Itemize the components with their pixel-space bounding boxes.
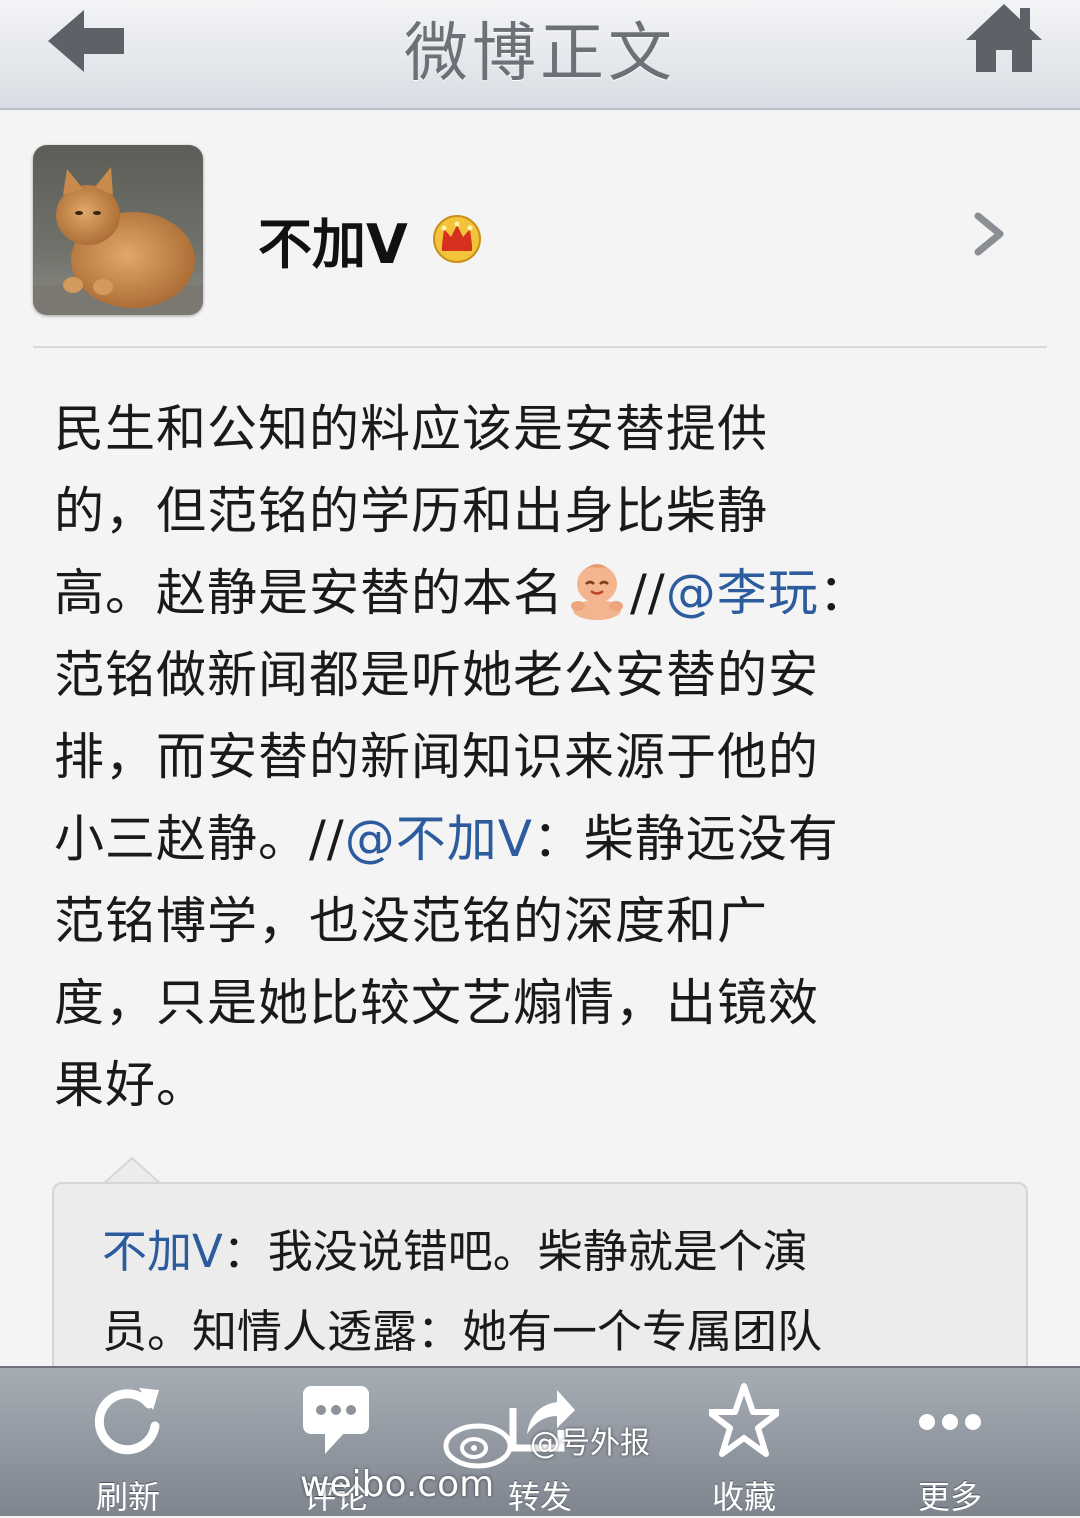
post-line: 高。赵静是安替的本名 //@李玩：: [54, 552, 1014, 634]
user-row[interactable]: 不加V: [0, 110, 1080, 350]
post-line: 小三赵静。//@不加V：柴静远没有: [54, 798, 1014, 880]
comment-icon: [303, 1386, 369, 1454]
more-icon: [919, 1414, 981, 1430]
repost-line: 不加V：我没说错吧。柴静就是个演: [102, 1212, 932, 1292]
bottom-toolbar: 刷新 评论 转发 收藏 更多: [0, 1366, 1080, 1516]
refresh-label: 刷新: [95, 1478, 160, 1516]
crown-icon: [433, 215, 481, 263]
avatar[interactable]: [33, 145, 203, 315]
post-text-span: 高。赵静是安替的本名: [54, 564, 564, 622]
home-button[interactable]: [964, 0, 1044, 76]
post-line: 度，只是她比较文艺煽情，出镜效: [54, 974, 819, 1032]
comment-button[interactable]: 评论: [266, 1368, 406, 1516]
post-line: 民生和公知的料应该是安替提供: [54, 400, 768, 458]
post-text-span: ：: [818, 564, 870, 622]
more-label: 更多: [917, 1478, 982, 1516]
share-icon: [509, 1390, 575, 1452]
post-line: 的，但范铭的学历和出身比柴静: [54, 482, 768, 540]
comment-label: 评论: [303, 1478, 368, 1516]
more-button[interactable]: 更多: [880, 1368, 1020, 1516]
baby-emoji-icon: [571, 564, 623, 620]
post-line: 排，而安替的新闻知识来源于他的: [54, 728, 819, 786]
repost-label: 转发: [507, 1478, 572, 1516]
post-line: 范铭博学，也没范铭的深度和广: [54, 892, 768, 950]
favorite-button[interactable]: 收藏: [674, 1368, 814, 1516]
post-content: 民生和公知的料应该是安替提供 的，但范铭的学历和出身比柴静 高。赵静是安替的本名…: [54, 388, 1014, 1126]
repost-content: 不加V：我没说错吧。柴静就是个演 员。知情人透露：她有一个专属团队: [102, 1212, 932, 1372]
home-icon: [966, 4, 1042, 72]
username[interactable]: 不加V: [258, 200, 408, 279]
top-nav-bar: 微博正文: [0, 0, 1080, 110]
repost-line: 员。知情人透露：她有一个专属团队: [102, 1305, 823, 1358]
refresh-icon: [94, 1388, 160, 1455]
post-text-span: //: [630, 564, 666, 622]
repost-author-link[interactable]: 不加V: [102, 1225, 223, 1278]
page-title: 微博正文: [404, 17, 676, 91]
repost-text-span: ：我没说错吧。柴静就是个演: [222, 1225, 808, 1278]
refresh-button[interactable]: 刷新: [58, 1368, 198, 1516]
mention-link[interactable]: @李玩: [666, 564, 819, 622]
repost-button[interactable]: 转发: [470, 1368, 610, 1516]
post-line: 范铭做新闻都是听她老公安替的安: [54, 646, 819, 704]
mention-link[interactable]: @不加V: [345, 810, 533, 868]
star-icon: [709, 1383, 779, 1457]
post-text-span: 小三赵静。//: [54, 810, 345, 868]
divider: [33, 346, 1047, 348]
chevron-right-icon[interactable]: [972, 210, 1006, 258]
post-text-span: ：柴静远没有: [532, 810, 839, 868]
post-line: 果好。: [54, 1056, 207, 1114]
cat-avatar-image: [33, 145, 203, 315]
favorite-label: 收藏: [711, 1478, 776, 1516]
